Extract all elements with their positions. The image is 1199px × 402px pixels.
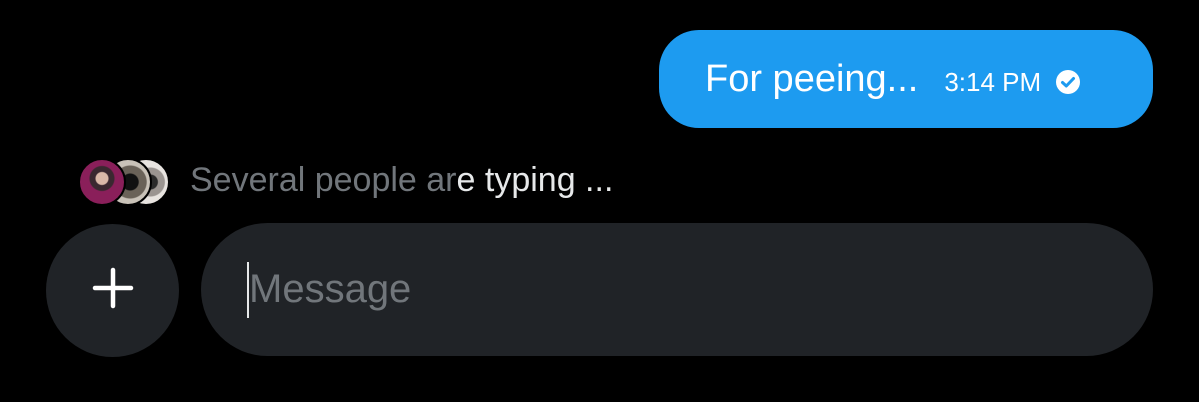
avatar: [78, 158, 126, 206]
typing-text: Several people are typing ...: [190, 161, 613, 200]
message-timestamp: 3:14 PM: [944, 66, 1042, 97]
message-input[interactable]: [249, 267, 1109, 312]
typing-text-suffix: e typing ...: [456, 160, 614, 199]
typing-text-prefix: Several people ar: [190, 160, 457, 199]
message-text: For peeing...: [705, 57, 919, 100]
plus-icon: [91, 266, 135, 315]
typing-avatars: [78, 156, 170, 206]
add-attachment-button[interactable]: [46, 224, 179, 357]
check-circle-icon: [1055, 69, 1081, 95]
message-bubble[interactable]: For peeing... 3:14 PM: [659, 30, 1153, 128]
typing-indicator: Several people are typing ...: [78, 156, 613, 206]
message-composer[interactable]: [201, 223, 1153, 356]
